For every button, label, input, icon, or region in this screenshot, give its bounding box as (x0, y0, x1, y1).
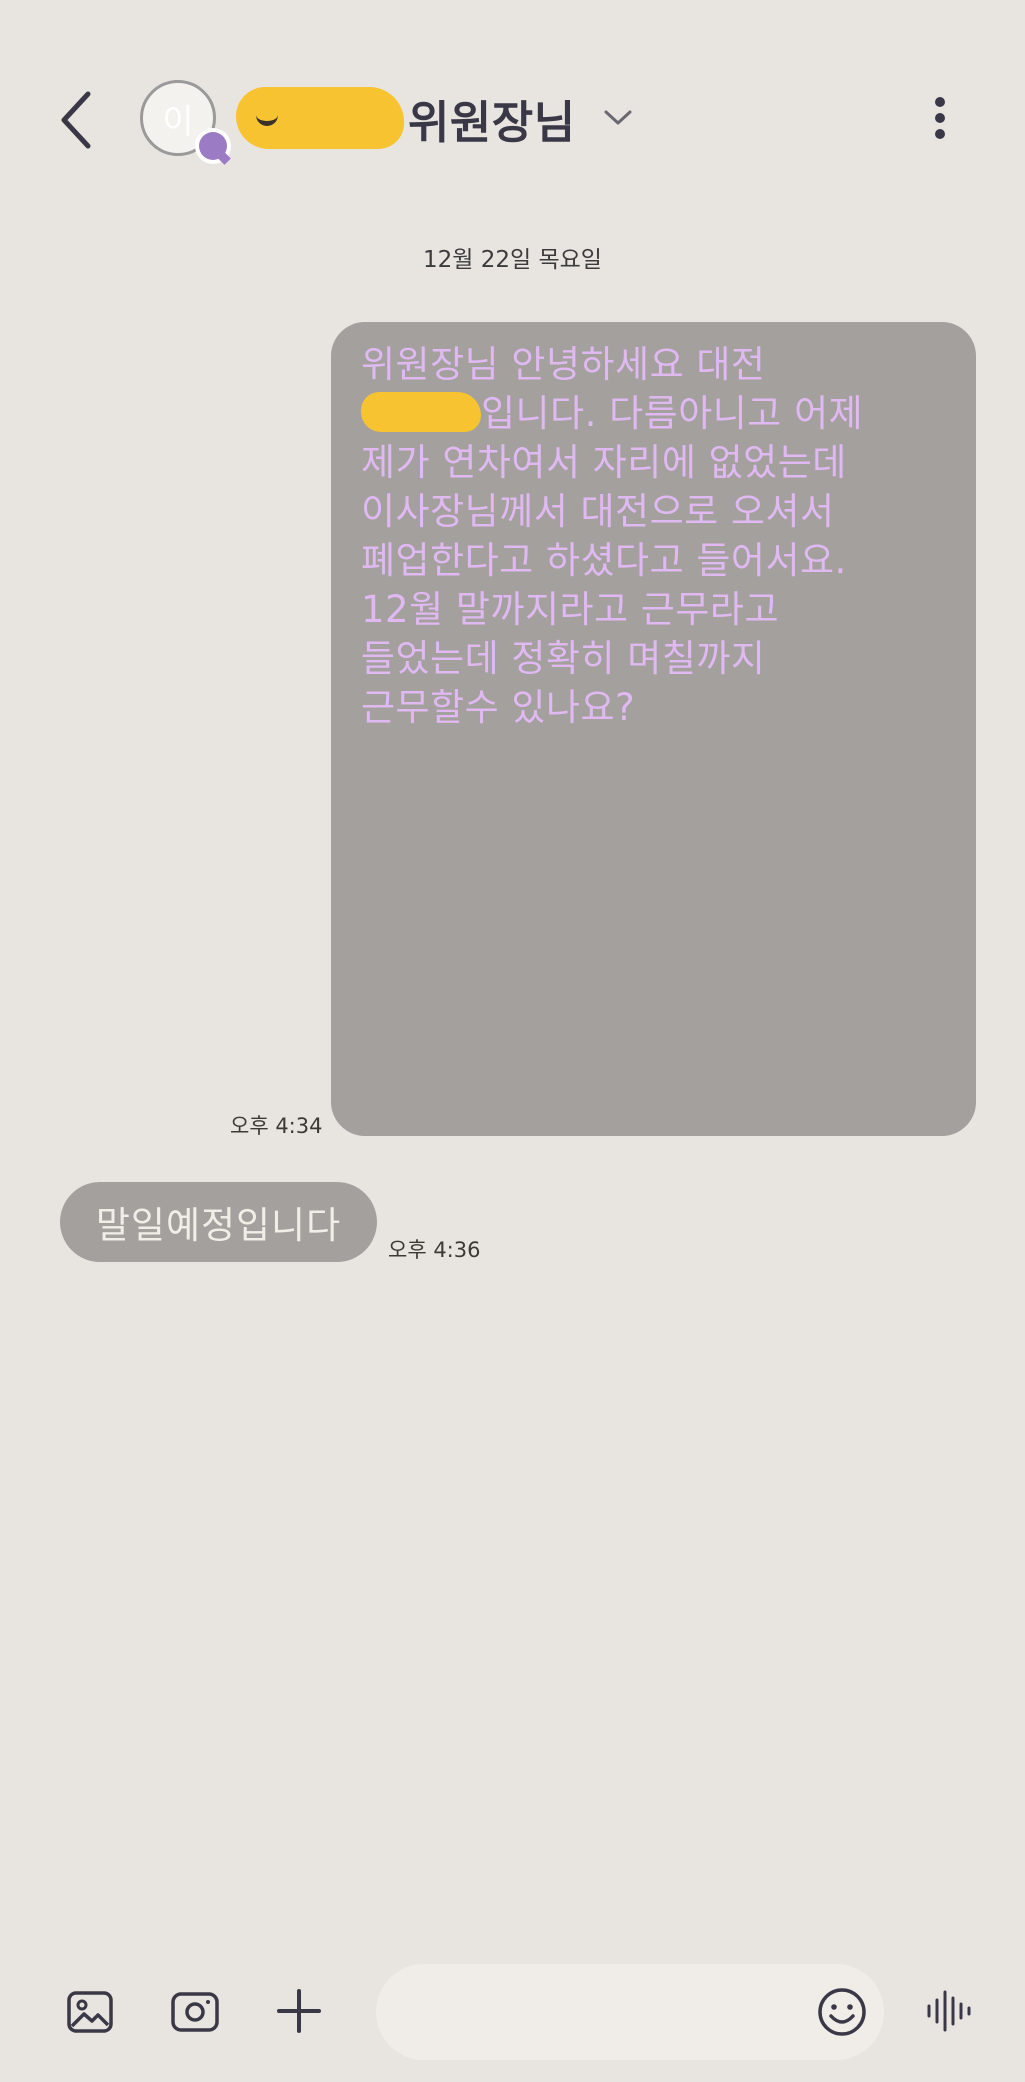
message-line: 이사장님께서 대전으로 오셔서 (361, 490, 835, 533)
chat-header: 이 위원장님 (0, 0, 1025, 240)
message-input[interactable] (410, 1982, 814, 2044)
emoji-icon (818, 1988, 866, 2036)
message-line: 12월 말까지라고 근무라고 (361, 588, 780, 631)
back-button[interactable] (52, 84, 112, 154)
add-attachment-button[interactable] (274, 1986, 324, 2036)
redaction-mark (361, 392, 481, 432)
outgoing-timestamp: 오후 4:34 (230, 1114, 323, 1138)
emoji-button[interactable] (816, 1986, 868, 2038)
gallery-button[interactable] (66, 1988, 114, 2036)
composer-bar (0, 1950, 1025, 2070)
incoming-timestamp: 오후 4:36 (388, 1238, 481, 1262)
chevron-left-icon (61, 91, 91, 149)
more-options-button[interactable] (918, 86, 962, 150)
message-line: 입니다. 다름아니고 어제 (361, 389, 946, 438)
message-line: 근무할수 있나요? (361, 686, 636, 729)
image-icon (67, 1991, 113, 2033)
camera-icon (171, 1992, 219, 2032)
plus-icon (277, 1989, 321, 2033)
avatar-initial: 이 (162, 101, 194, 142)
message-line: 제가 연차여서 자리에 없었는데 (361, 441, 847, 484)
camera-button[interactable] (170, 1988, 220, 2036)
date-separator: 12월 22일 목요일 (423, 247, 602, 273)
message-line: 폐업한다고 하셨다고 들어서요. (361, 539, 847, 582)
message-text: 말일예정입니다 (95, 1204, 342, 1247)
chat-badge-icon (195, 128, 231, 164)
more-vertical-icon (935, 97, 945, 139)
redaction-mark (236, 87, 404, 149)
outgoing-message-bubble[interactable]: 위원장님 안녕하세요 대전 입니다. 다름아니고 어제 제가 연차여서 자리에 … (331, 322, 976, 1136)
message-line: 위원장님 안녕하세요 대전 (361, 343, 766, 386)
message-line: 들었는데 정확히 며칠까지 (361, 637, 766, 680)
incoming-message-bubble[interactable]: 말일예정입니다 (60, 1182, 377, 1262)
voice-record-button[interactable] (924, 1986, 974, 2036)
chevron-down-icon (604, 110, 632, 125)
contact-title-button[interactable]: 위원장님 (236, 84, 634, 152)
contact-name: 위원장님 (408, 95, 576, 149)
audio-wave-icon (927, 1990, 971, 2032)
message-input-container (376, 1964, 884, 2060)
